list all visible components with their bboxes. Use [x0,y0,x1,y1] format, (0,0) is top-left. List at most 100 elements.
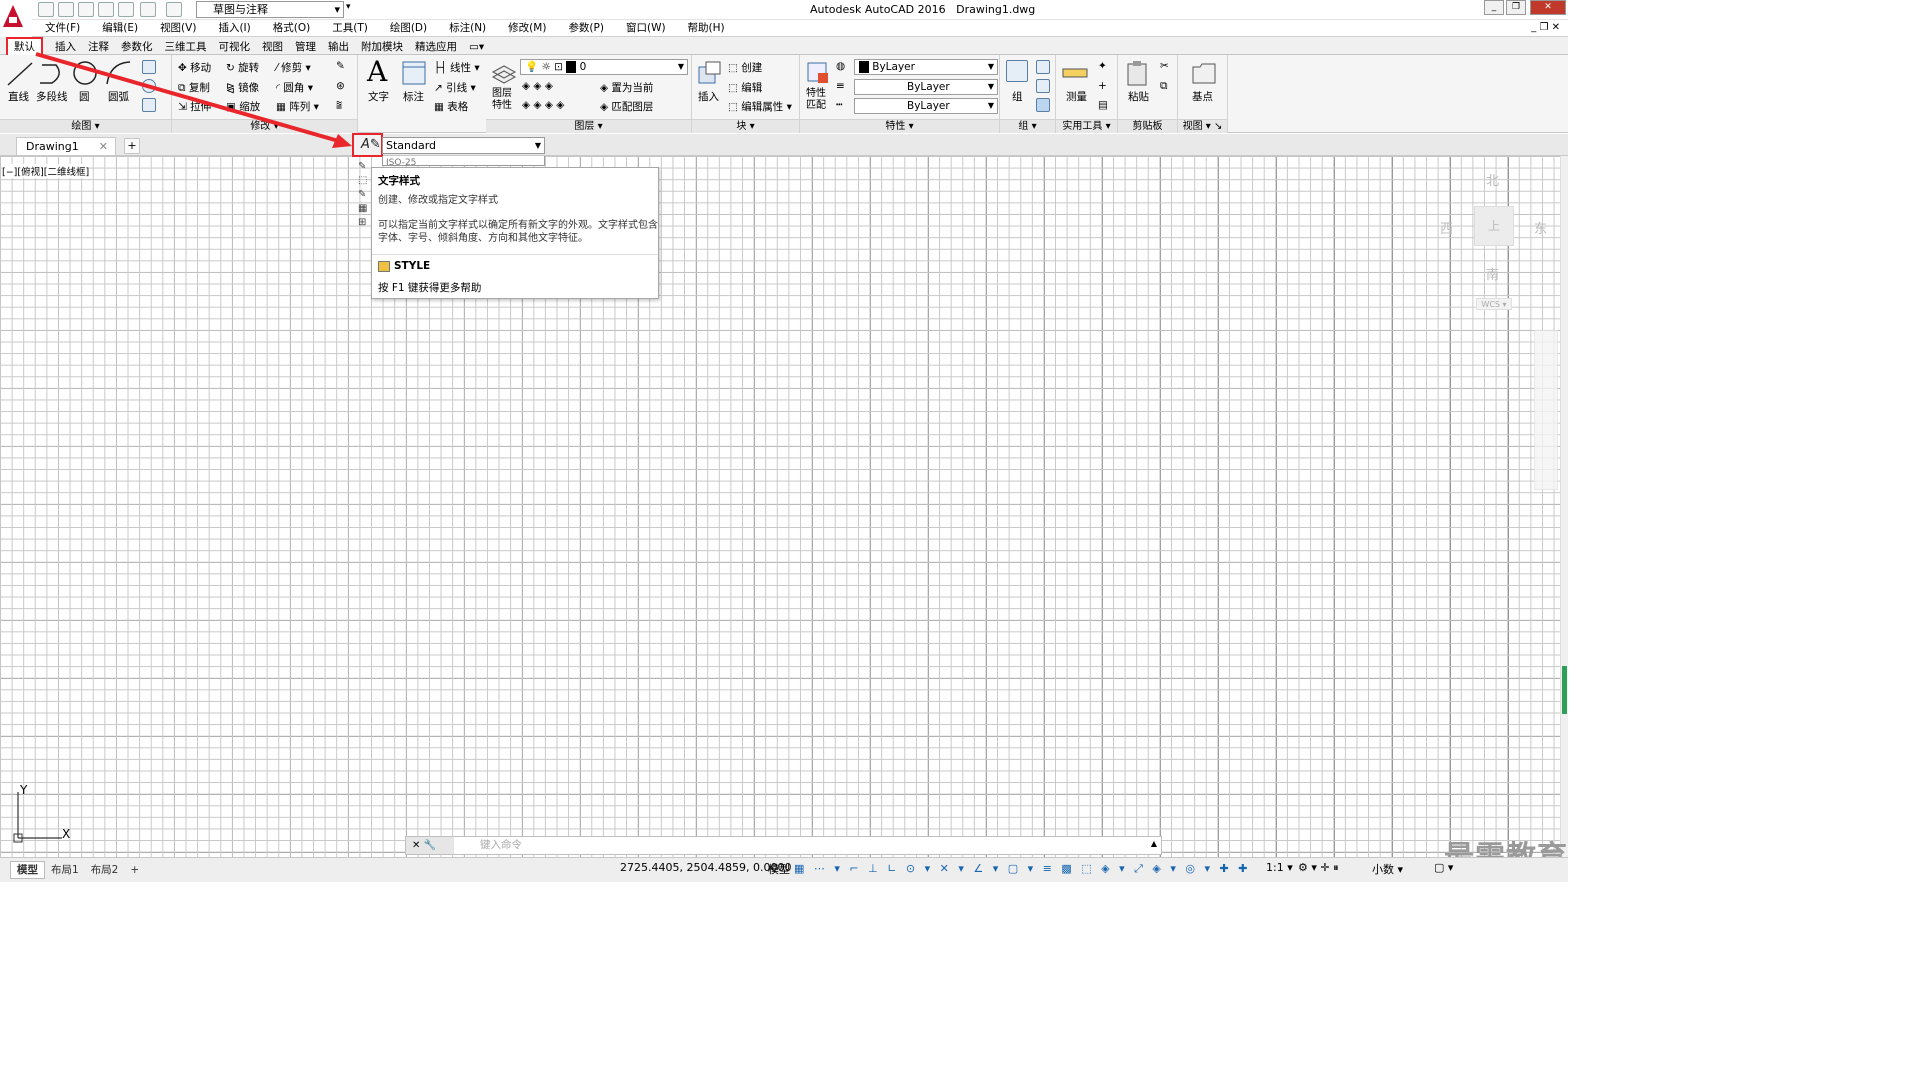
line-label[interactable]: 直线 [8,89,29,104]
layer-dropdown[interactable]: 💡 ☼ ⊡ ■ 0 ▼ [520,59,688,75]
modify-panel-title[interactable]: 修改 ▾ [172,119,357,133]
trim-button[interactable]: ⁄ 修剪 ▾ [276,60,311,75]
base-point-icon[interactable] [1190,59,1218,87]
tab-insert[interactable]: 插入 [55,39,76,56]
save-as-icon[interactable] [98,2,114,17]
insert-label[interactable]: 插入 [698,89,719,104]
layer-properties-icon[interactable] [490,59,518,87]
ribbon-options-icon[interactable]: ▭▾ [469,39,484,56]
draw-panel-title[interactable]: 绘图 ▾ [0,119,171,133]
layout-tab-1[interactable]: 布局1 [45,862,85,878]
tab-3d-tools[interactable]: 三维工具 [165,39,207,56]
base-point-label[interactable]: 基点 [1192,89,1213,104]
status-right-icons[interactable]: ▢ ▾ [1434,861,1453,874]
copy-clip-icon[interactable]: ⧉ [1160,80,1168,93]
viewcube-top-face[interactable]: 上 [1474,206,1514,246]
layer-tool-icons-2[interactable]: ◈ ◈ ◈ ◈ [522,99,564,111]
ellipse-icon[interactable] [142,79,156,93]
navigation-bar[interactable] [1534,330,1558,490]
dim-style-dropdown[interactable]: ISO-25 [382,156,545,166]
dimension-label[interactable]: 标注 [403,89,424,104]
workspace-gear-icon[interactable]: ⚙ ▾ ✛ ⏸ [1298,861,1339,875]
scale-button[interactable]: ▣ 缩放 [226,99,260,114]
paste-label[interactable]: 粘贴 [1128,89,1149,104]
offset-icon[interactable]: ⩰ [336,99,342,112]
text-style-dropdown[interactable]: Standard ▼ [382,137,545,154]
tab-addins[interactable]: 附加模块 [361,39,403,56]
create-block-button[interactable]: ⬚ 创建 [728,60,762,75]
layer-tool-icons-1[interactable]: ◈ ◈ ◈ [522,80,553,92]
match-properties-icon[interactable] [804,59,832,87]
erase-icon[interactable]: ✎ [336,60,345,72]
ungroup-icon[interactable] [1036,60,1050,74]
drawing-canvas[interactable] [0,156,1560,857]
restore-button[interactable]: ❐ [1506,0,1526,15]
tab-output[interactable]: 输出 [328,39,349,56]
annotation-scale[interactable]: 1:1 ▾ [1266,861,1293,874]
text-label[interactable]: 文字 [368,89,389,104]
linear-button[interactable]: ├┤ 线性 ▾ [434,60,480,75]
color-dropdown[interactable]: ■ ByLayer ▼ [854,59,998,75]
coordinates-readout[interactable]: 2725.4405, 2504.4859, 0.0000 [620,861,791,874]
add-layout-icon[interactable]: + [124,862,145,878]
menu-dimension[interactable]: 标注(N) [449,20,486,36]
text-style-button[interactable]: A✎ [352,133,383,157]
undo-icon[interactable] [140,2,156,17]
fillet-button[interactable]: ◜ 圆角 ▾ [276,80,313,95]
menu-tools[interactable]: 工具(T) [332,20,368,36]
status-toggle-icons[interactable]: ▦ ⋯ ▾ ⌐ ⊥ ∟ ⊙ ▾ ✕ ▾ ∠ ▾ ▢ ▾ ≡ ▩ ⬚ ◈ ▾ ⤢ … [794,862,1250,876]
dimension-icon[interactable] [400,59,428,87]
tab-view[interactable]: 视图 [262,39,283,56]
new-icon[interactable] [38,2,54,17]
group-label[interactable]: 组 [1012,89,1023,104]
viewport-controls[interactable]: [−][俯视][二维线框] [2,164,90,178]
annotation-style-icons[interactable]: ✎ ⬚ ✎ ▦ ⊞ [358,160,372,230]
linetype-icon[interactable]: ┅ [836,99,842,111]
polyline-label[interactable]: 多段线 [36,89,68,104]
lineweight-dropdown[interactable]: ByLayer ▼ [854,98,998,114]
calculator-icon[interactable]: ▤ [1098,99,1108,111]
wcs-dropdown[interactable]: WCS ▾ [1476,298,1512,310]
units-dropdown[interactable]: 小数 ▾ [1372,861,1403,877]
properties-panel-title[interactable]: 特性 ▾ [800,119,999,133]
menu-insert[interactable]: 插入(I) [218,20,250,36]
workspace-dropdown[interactable]: 草图与注释 ▾ [196,1,344,18]
menu-edit[interactable]: 编辑(E) [102,20,138,36]
groups-panel-title[interactable]: 组 ▾ [1000,119,1055,133]
arc-icon[interactable] [104,59,132,87]
scroll-thumb[interactable] [1562,666,1567,714]
command-line[interactable]: ✕ 🔧 键入命令 ▲ [405,836,1162,855]
tab-annotate[interactable]: 注释 [88,39,109,56]
match-layer-button[interactable]: ◈ 匹配图层 [600,99,653,114]
menu-help[interactable]: 帮助(H) [688,20,725,36]
clipboard-panel-title[interactable]: 剪贴板 [1118,119,1177,133]
viewcube-south[interactable]: 南 [1486,264,1499,283]
vertical-scrollbar[interactable] [1560,156,1568,857]
layout-tab-2[interactable]: 布局2 [85,862,125,878]
rectangle-icon[interactable] [142,60,156,74]
menu-file[interactable]: 文件(F) [45,20,80,36]
save-icon[interactable] [78,2,94,17]
utilities-panel-title[interactable]: 实用工具 ▾ [1056,119,1117,133]
menu-draw[interactable]: 绘图(D) [390,20,427,36]
open-icon[interactable] [58,2,74,17]
command-input[interactable]: 键入命令 [458,837,1154,854]
stretch-button[interactable]: ⇲ 拉伸 [178,99,211,114]
edit-block-button[interactable]: ⬚ 编辑 [728,80,762,95]
measure-label[interactable]: 测量 [1066,89,1087,104]
mirror-button[interactable]: ⧎ 镜像 [226,80,259,95]
menu-window[interactable]: 窗口(W) [626,20,666,36]
edit-attr-button[interactable]: ⬚ 编辑属性 ▾ [728,99,792,114]
leader-button[interactable]: ↗ 引线 ▾ [434,80,476,95]
insert-block-icon[interactable] [696,59,724,87]
copy-button[interactable]: ⧉ 复制 [178,80,210,95]
point-style-icon[interactable]: ✦ [1098,60,1107,72]
app-logo[interactable] [0,0,32,36]
model-space-toggle[interactable]: 模型 [768,861,790,877]
cut-icon[interactable]: ✂ [1160,60,1169,72]
color-wheel-icon[interactable]: ◍ [836,60,845,72]
close-tab-icon[interactable]: ✕ [99,138,108,155]
rotate-button[interactable]: ↻ 旋转 [226,60,259,75]
circle-label[interactable]: 圆 [79,89,90,104]
menu-modify[interactable]: 修改(M) [508,20,546,36]
